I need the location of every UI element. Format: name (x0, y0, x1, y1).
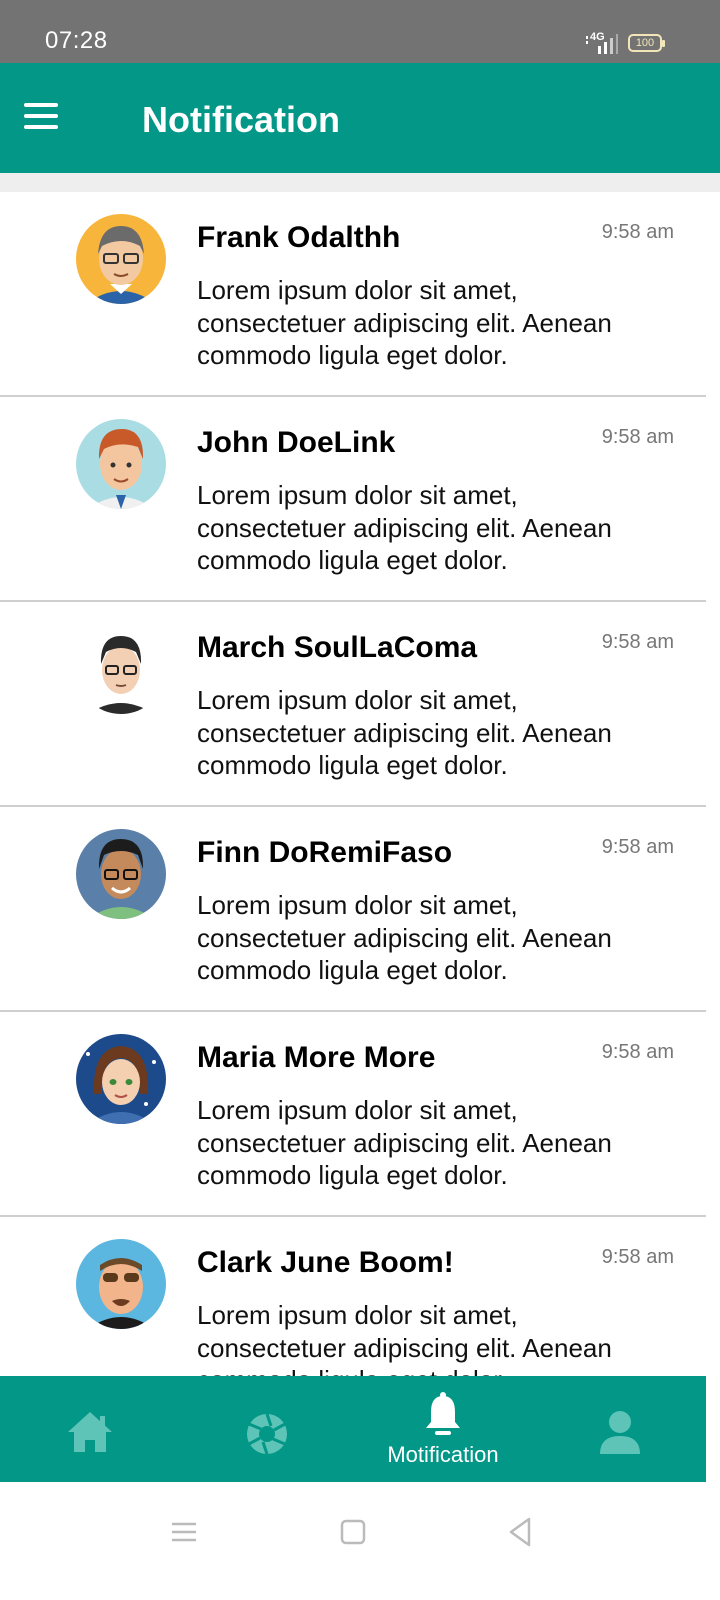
menu-button[interactable] (24, 103, 58, 131)
notification-item[interactable]: John DoeLink 9:58 am Lorem ipsum dolor s… (0, 397, 706, 602)
bottom-nav: Motification (0, 1376, 706, 1482)
notification-item[interactable]: Finn DoRemiFaso 9:58 am Lorem ipsum dolo… (0, 807, 706, 1012)
back-triangle-icon (509, 1517, 531, 1547)
notification-time: 9:58 am (601, 836, 674, 858)
notification-message: Lorem ipsum dolor sit amet, consectetuer… (197, 1095, 612, 1190)
menu-lines-icon (172, 1522, 196, 1542)
notification-item[interactable]: Maria More More 9:58 am Lorem ipsum dolo… (0, 1012, 706, 1217)
square-icon (340, 1519, 366, 1545)
avatar (76, 214, 166, 304)
status-bar: 07:28 4G 100 (0, 0, 720, 63)
notification-item[interactable]: Frank Odalthh 9:58 am Lorem ipsum dolor … (0, 192, 706, 397)
system-nav-bar (0, 1482, 720, 1600)
nav-notification[interactable]: Motification (383, 1376, 503, 1482)
nav-aperture[interactable] (207, 1376, 327, 1482)
notification-time: 9:58 am (601, 221, 674, 243)
avatar (76, 624, 166, 714)
notification-time: 9:58 am (601, 1041, 674, 1063)
nav-home[interactable] (30, 1376, 150, 1482)
notification-message: Lorem ipsum dolor sit amet, consectetuer… (197, 275, 612, 370)
notification-time: 9:58 am (601, 1246, 674, 1268)
hamburger-icon (24, 103, 58, 107)
home-icon (68, 1412, 112, 1452)
notification-sender: March SoulLaComa (197, 631, 478, 664)
home-button[interactable] (333, 1512, 373, 1552)
notification-sender: Maria More More (197, 1041, 436, 1074)
notification-item[interactable]: Clark June Boom! 9:58 am Lorem ipsum dol… (0, 1217, 706, 1376)
notification-message: Lorem ipsum dolor sit amet, consectetuer… (197, 1300, 612, 1376)
person-icon (600, 1411, 640, 1454)
recent-apps-button[interactable] (164, 1512, 204, 1552)
notification-item[interactable]: March SoulLaComa 9:58 am Lorem ipsum dol… (0, 602, 706, 807)
aperture-icon (247, 1413, 287, 1455)
notification-time: 9:58 am (601, 426, 674, 448)
network-type: 4G (590, 31, 605, 43)
notification-sender: John DoeLink (197, 426, 396, 459)
notification-sender: Frank Odalthh (197, 221, 401, 254)
status-time: 07:28 (45, 27, 108, 54)
avatar (76, 1034, 166, 1124)
page-title: Notification (142, 99, 340, 140)
app-bar: Notification (0, 63, 720, 173)
battery-level: 100 (635, 37, 655, 49)
signal-icon: 4G (584, 31, 618, 54)
notification-list[interactable]: Frank Odalthh 9:58 am Lorem ipsum dolor … (0, 192, 706, 1376)
status-icons: 4G 100 (584, 31, 665, 54)
notification-message: Lorem ipsum dolor sit amet, consectetuer… (197, 480, 612, 575)
avatar (76, 1239, 166, 1329)
notification-message: Lorem ipsum dolor sit amet, consectetuer… (197, 685, 612, 780)
battery-icon: 100 (628, 34, 665, 52)
bell-icon (426, 1392, 460, 1435)
avatar (76, 829, 166, 919)
nav-profile[interactable] (560, 1376, 680, 1482)
divider (0, 173, 720, 192)
notification-sender: Clark June Boom! (197, 1246, 454, 1279)
notification-time: 9:58 am (601, 631, 674, 653)
notification-sender: Finn DoRemiFaso (197, 836, 453, 869)
avatar (76, 419, 166, 509)
back-button[interactable] (501, 1512, 541, 1552)
notification-message: Lorem ipsum dolor sit amet, consectetuer… (197, 890, 612, 985)
nav-label: Motification (387, 1442, 499, 1467)
